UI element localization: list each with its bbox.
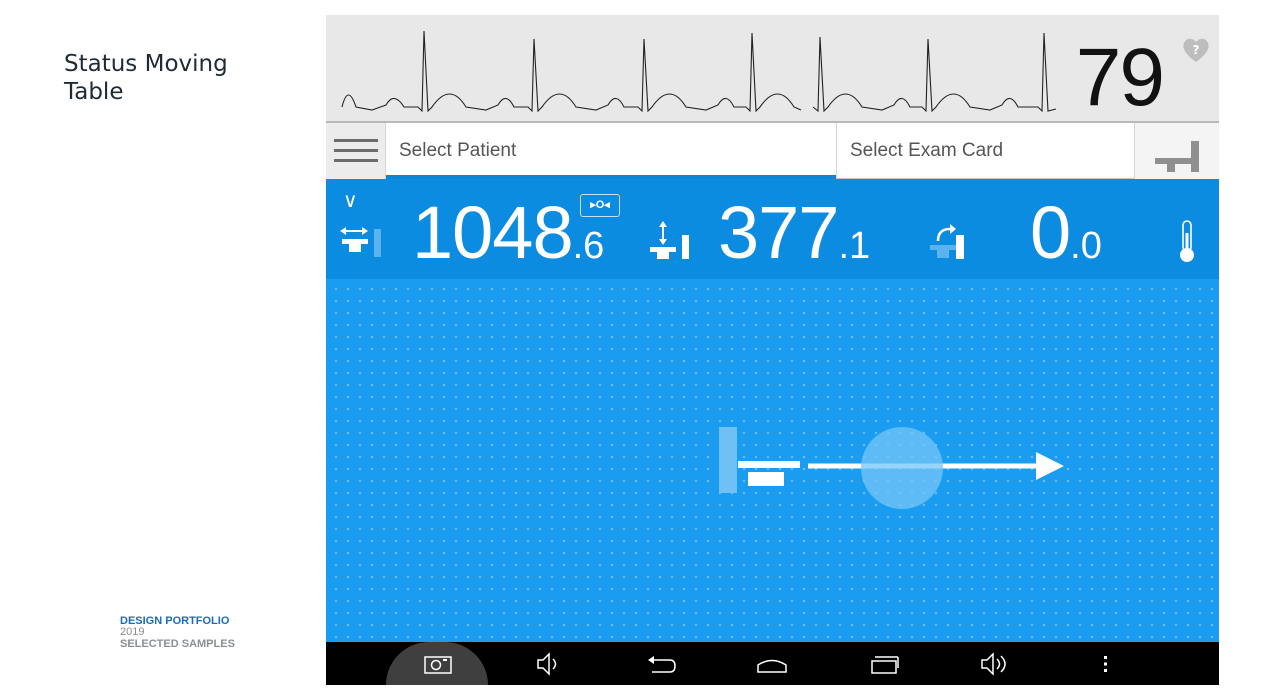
- table-tilt-icon: [930, 224, 964, 259]
- table-top: [738, 461, 800, 468]
- gantry-block: [719, 427, 737, 493]
- motion-drag-handle: [861, 427, 943, 509]
- heart-rate-value: 79: [1075, 32, 1165, 123]
- vertical-decimal: .1: [838, 225, 871, 267]
- more-vert-icon[interactable]: [1102, 654, 1110, 674]
- system-nav-bar: [326, 642, 1219, 685]
- table-motion-canvas[interactable]: [326, 279, 1219, 642]
- back-icon[interactable]: [646, 654, 676, 676]
- heart-question-icon[interactable]: ?: [1181, 35, 1211, 65]
- table-position-button[interactable]: [1134, 123, 1219, 179]
- table-base: [748, 472, 784, 486]
- portfolio-slide: Status Moving Table DESIGN PORTFOLIO 201…: [0, 0, 1280, 700]
- vertical-position-value: 377.1: [718, 193, 870, 286]
- vertical-main: 377: [718, 191, 839, 274]
- svg-text:?: ?: [1193, 43, 1200, 57]
- slide-footer: DESIGN PORTFOLIO 2019 SELECTED SAMPLES: [120, 615, 235, 650]
- volume-down-icon[interactable]: [536, 652, 562, 676]
- volume-up-icon[interactable]: [980, 652, 1012, 676]
- camera-icon[interactable]: [424, 654, 452, 674]
- thermometer-icon[interactable]: [1177, 219, 1197, 265]
- horizontal-position-value: 1048.6: [412, 193, 604, 286]
- ecg-monitor: 79 ?: [326, 15, 1219, 123]
- tablet-screen: 79 ? Select Patient Select Exam Card ∨ 1…: [326, 15, 1219, 685]
- rotation-main: 0: [1030, 191, 1071, 274]
- footer-year: 2019: [120, 626, 145, 638]
- motion-arrow-head: [1036, 452, 1064, 480]
- horizontal-decimal: .6: [572, 225, 605, 267]
- home-icon[interactable]: [756, 654, 788, 674]
- slide-title: Status Moving Table: [64, 51, 228, 105]
- zero-reset-button[interactable]: ▸O◂: [580, 194, 620, 217]
- table-position-icon: [1155, 141, 1199, 172]
- select-exam-card-label: Select Exam Card: [850, 140, 1004, 161]
- select-exam-card-field[interactable]: Select Exam Card: [836, 123, 1134, 179]
- horizontal-main: 1048: [412, 191, 574, 274]
- table-vertical-icon: [650, 221, 689, 259]
- table-horizontal-icon: [340, 227, 381, 257]
- table-motion-graphic: [719, 427, 1064, 509]
- select-patient-label: Select Patient: [399, 140, 517, 161]
- position-readout: ∨ 1048.6 ▸O◂ 377.1 0.0: [326, 179, 1219, 279]
- select-patient-field[interactable]: Select Patient: [386, 123, 836, 179]
- selector-bar: Select Patient Select Exam Card: [326, 123, 1219, 179]
- rotation-value: 0.0: [1030, 193, 1102, 286]
- hamburger-menu-icon[interactable]: [326, 123, 386, 179]
- rotation-decimal: .0: [1070, 225, 1102, 267]
- recent-apps-icon[interactable]: [870, 653, 900, 675]
- chevron-down-icon[interactable]: ∨: [343, 191, 358, 211]
- footer-subtitle: SELECTED SAMPLES: [120, 638, 235, 650]
